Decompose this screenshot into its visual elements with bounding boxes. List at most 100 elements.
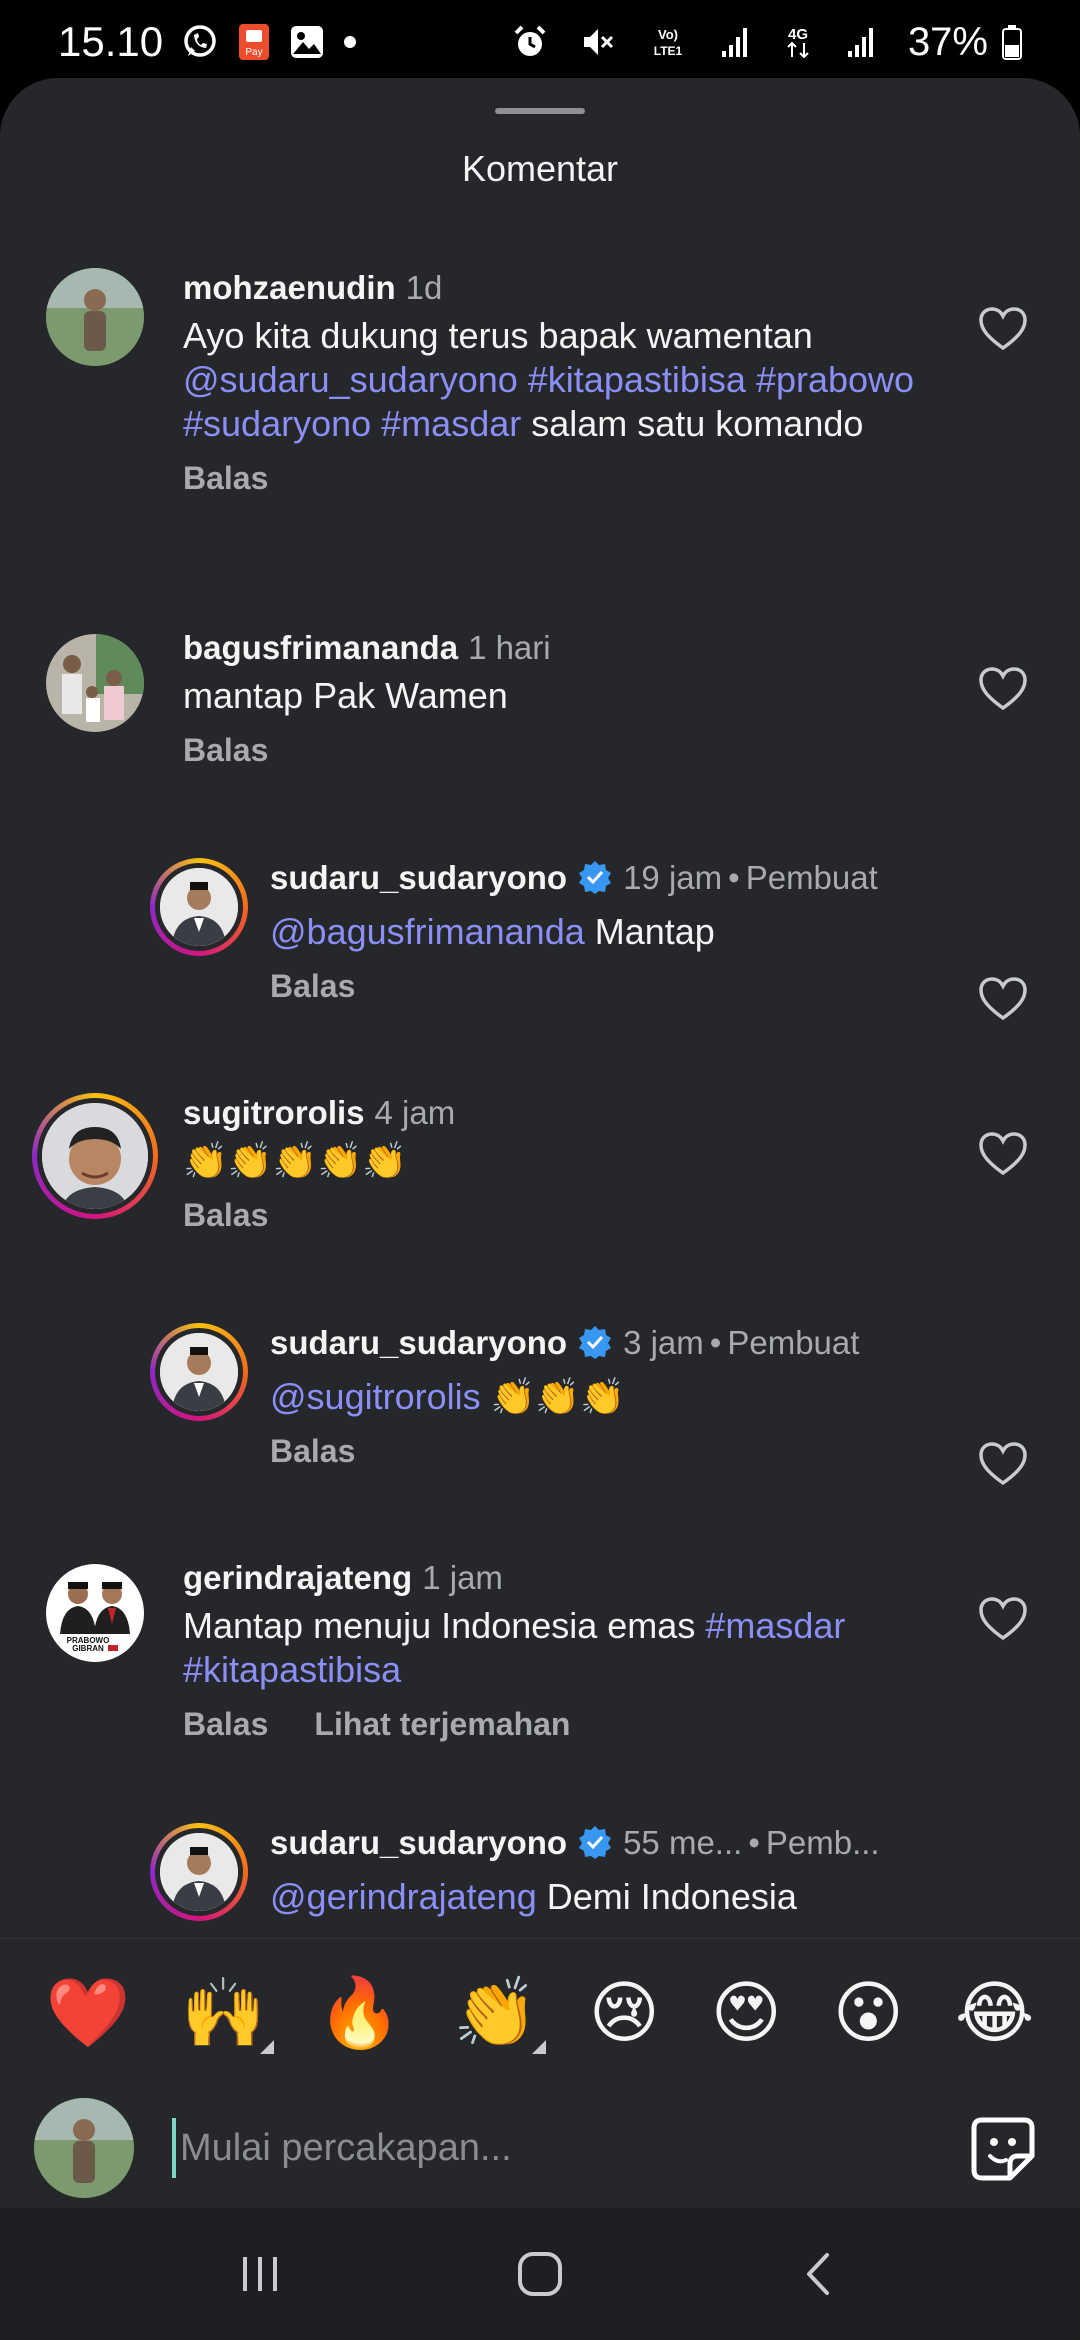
verified-badge-icon bbox=[579, 1826, 612, 1859]
my-avatar bbox=[34, 2098, 134, 2198]
shopeepay-icon: Pay bbox=[237, 22, 271, 62]
comment-time: 1d bbox=[405, 269, 443, 306]
hashtag-link[interactable]: #masdar bbox=[381, 403, 521, 444]
hashtag-link[interactable]: #masdar bbox=[705, 1605, 845, 1646]
comment-time: 55 me... bbox=[623, 1824, 743, 1861]
gallery-icon bbox=[289, 24, 325, 60]
reaction-raising-hands[interactable]: 🙌 bbox=[181, 1974, 275, 2054]
reply-button[interactable]: Balas bbox=[270, 1433, 355, 1470]
mention-link[interactable]: @sudaru_sudaryono bbox=[183, 359, 518, 400]
avatar[interactable] bbox=[32, 1093, 158, 1219]
back-button[interactable] bbox=[780, 2234, 860, 2314]
comment-time: 19 jam bbox=[623, 859, 723, 896]
comment-text-segment: salam satu komando bbox=[521, 403, 864, 444]
heart-icon[interactable] bbox=[978, 1596, 1028, 1642]
svg-text:LTE1: LTE1 bbox=[654, 44, 683, 58]
comment-time: 1 hari bbox=[468, 629, 551, 666]
status-bar: 15.10 Pay Vo) LTE1 4G 37% bbox=[0, 0, 1080, 84]
comment-text-segment: Mantap bbox=[584, 911, 715, 952]
reaction-surprised-face[interactable]: 😮 bbox=[833, 1974, 904, 2054]
creator-label: Pemb... bbox=[765, 1824, 880, 1861]
comment-username[interactable]: sudaru_sudaryono bbox=[270, 1324, 567, 1361]
comment-text: 👏👏👏👏👏 bbox=[183, 1139, 963, 1183]
hashtag-link[interactable]: #kitapastibisa bbox=[528, 359, 746, 400]
skin-tone-indicator bbox=[531, 2039, 546, 2054]
comment-list[interactable]: mohzaenudin 1d Ayo kita dukung terus bapa… bbox=[0, 78, 1080, 1938]
reaction-crying-face[interactable]: 😢 bbox=[589, 1974, 660, 2054]
recent-apps-button[interactable] bbox=[220, 2234, 300, 2314]
verified-badge-icon bbox=[579, 861, 612, 894]
reply-button[interactable]: Balas bbox=[183, 732, 268, 769]
volte-icon: Vo) LTE1 bbox=[648, 24, 688, 60]
comment-text-segment bbox=[371, 403, 381, 444]
comment-text-segment: 👏👏👏👏👏 bbox=[183, 1140, 408, 1181]
hashtag-link[interactable]: #kitapastibisa bbox=[183, 1649, 401, 1690]
back-icon bbox=[807, 2253, 829, 2295]
comment-username[interactable]: sudaru_sudaryono bbox=[270, 1824, 567, 1861]
heart-icon[interactable] bbox=[978, 976, 1028, 1022]
comment-username[interactable]: mohzaenudin bbox=[183, 269, 396, 306]
comment-text-segment: Demi Indonesia bbox=[536, 1876, 797, 1917]
avatar[interactable] bbox=[150, 1823, 248, 1921]
mention-link[interactable]: @sugitrorolis bbox=[270, 1376, 481, 1417]
reply-button[interactable]: Balas bbox=[183, 460, 268, 497]
reply-button[interactable]: Balas bbox=[183, 1197, 268, 1234]
avatar[interactable] bbox=[46, 268, 144, 366]
home-button[interactable] bbox=[500, 2234, 580, 2314]
avatar[interactable] bbox=[150, 1323, 248, 1421]
comment-username[interactable]: sudaru_sudaryono bbox=[270, 859, 567, 896]
hashtag-link[interactable]: #sudaryono bbox=[183, 403, 371, 444]
skin-tone-indicator bbox=[260, 2039, 275, 2054]
quick-reactions-bar: ❤️ 🙌 🔥 👏 😢 😍 😮 😂 bbox=[0, 1938, 1080, 2088]
home-icon bbox=[518, 2252, 562, 2296]
comment-input[interactable] bbox=[172, 2118, 932, 2178]
comment-text-segment: 👏👏👏 bbox=[480, 1376, 626, 1417]
heart-icon[interactable] bbox=[978, 306, 1028, 352]
system-nav-bar bbox=[0, 2208, 1080, 2340]
comment-text: mantap Pak Wamen bbox=[183, 674, 963, 718]
whatsapp-icon bbox=[181, 23, 219, 61]
reply-button[interactable]: Balas bbox=[183, 1706, 268, 1743]
comment-time: 1 jam bbox=[422, 1559, 503, 1596]
verified-badge-icon bbox=[579, 1326, 612, 1359]
reaction-heart-eyes[interactable]: 😍 bbox=[711, 1974, 782, 2054]
see-translation-button[interactable]: Lihat terjemahan bbox=[314, 1706, 570, 1743]
reply-button[interactable]: Balas bbox=[270, 968, 355, 1005]
hashtag-link[interactable]: #prabowo bbox=[756, 359, 914, 400]
comment-text: @bagusfrimananda Mantap bbox=[270, 910, 960, 954]
reaction-fire[interactable]: 🔥 bbox=[317, 1974, 402, 2054]
comment-text: Ayo kita dukung terus bapak wamentan @su… bbox=[183, 314, 963, 446]
comment-text-segment: mantap Pak Wamen bbox=[183, 675, 508, 716]
reaction-heart[interactable]: ❤️ bbox=[46, 1974, 131, 2054]
heart-icon[interactable] bbox=[978, 1131, 1028, 1177]
4g-icon: 4G bbox=[782, 23, 814, 61]
avatar[interactable] bbox=[46, 634, 144, 732]
alarm-icon bbox=[512, 24, 548, 60]
comment-text: @gerindrajateng Demi Indonesia bbox=[270, 1875, 960, 1919]
comment-text-segment: Ayo kita dukung terus bapak wamentan bbox=[183, 315, 813, 356]
comment-username[interactable]: gerindrajateng bbox=[183, 1559, 412, 1596]
mention-link[interactable]: @bagusfrimananda bbox=[270, 911, 585, 952]
heart-icon[interactable] bbox=[978, 666, 1028, 712]
reaction-laughing-face[interactable]: 😂 bbox=[955, 1974, 1034, 2054]
comment-username[interactable]: sugitrorolis bbox=[183, 1094, 365, 1131]
mention-link[interactable]: @gerindrajateng bbox=[270, 1876, 537, 1917]
recent-apps-icon bbox=[243, 2257, 277, 2291]
avatar[interactable] bbox=[150, 858, 248, 956]
signal-icon bbox=[846, 25, 876, 59]
comment-text-segment: Mantap menuju Indonesia emas bbox=[183, 1605, 706, 1646]
comment-time: 3 jam bbox=[623, 1324, 704, 1361]
comment-text-segment bbox=[518, 359, 528, 400]
svg-text:Vo): Vo) bbox=[658, 27, 678, 42]
mute-icon bbox=[580, 24, 616, 60]
avatar[interactable]: PRABOWO GIBRAN bbox=[46, 1564, 144, 1662]
svg-text:4G: 4G bbox=[788, 26, 808, 43]
sticker-icon[interactable] bbox=[970, 2116, 1036, 2182]
comment-text: @sugitrorolis 👏👏👏 bbox=[270, 1375, 960, 1419]
svg-text:GIBRAN: GIBRAN bbox=[72, 1644, 104, 1653]
comment-username[interactable]: bagusfrimananda bbox=[183, 629, 458, 666]
reaction-clapping-hands[interactable]: 👏 bbox=[453, 1974, 546, 2054]
creator-label: Pembuat bbox=[727, 1324, 860, 1361]
heart-icon[interactable] bbox=[978, 1441, 1028, 1487]
battery-percent: 37% bbox=[907, 19, 988, 64]
